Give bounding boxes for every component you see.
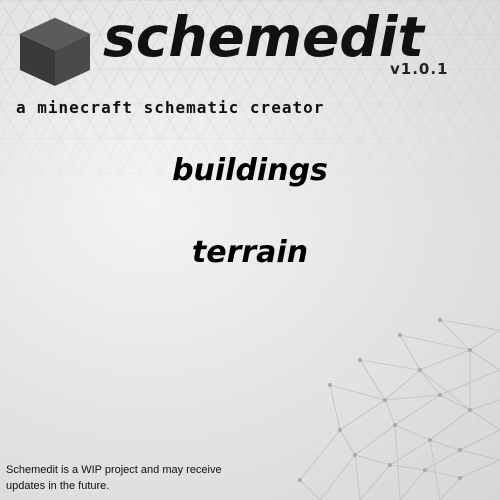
app-subtitle: a minecraft schematic creator bbox=[16, 98, 325, 117]
app-title: schemedit bbox=[103, 5, 424, 69]
buildings-menu-item[interactable]: buildings bbox=[0, 154, 500, 188]
buildings-label[interactable]: buildings bbox=[166, 154, 334, 188]
version-label: v1.0.1 bbox=[390, 60, 449, 78]
terrain-label[interactable]: terrain bbox=[186, 236, 314, 270]
footer-notice: Schemedit is a WIP project and may recei… bbox=[6, 464, 222, 492]
cube-icon bbox=[19, 17, 91, 86]
terrain-menu-item[interactable]: terrain bbox=[0, 236, 500, 270]
